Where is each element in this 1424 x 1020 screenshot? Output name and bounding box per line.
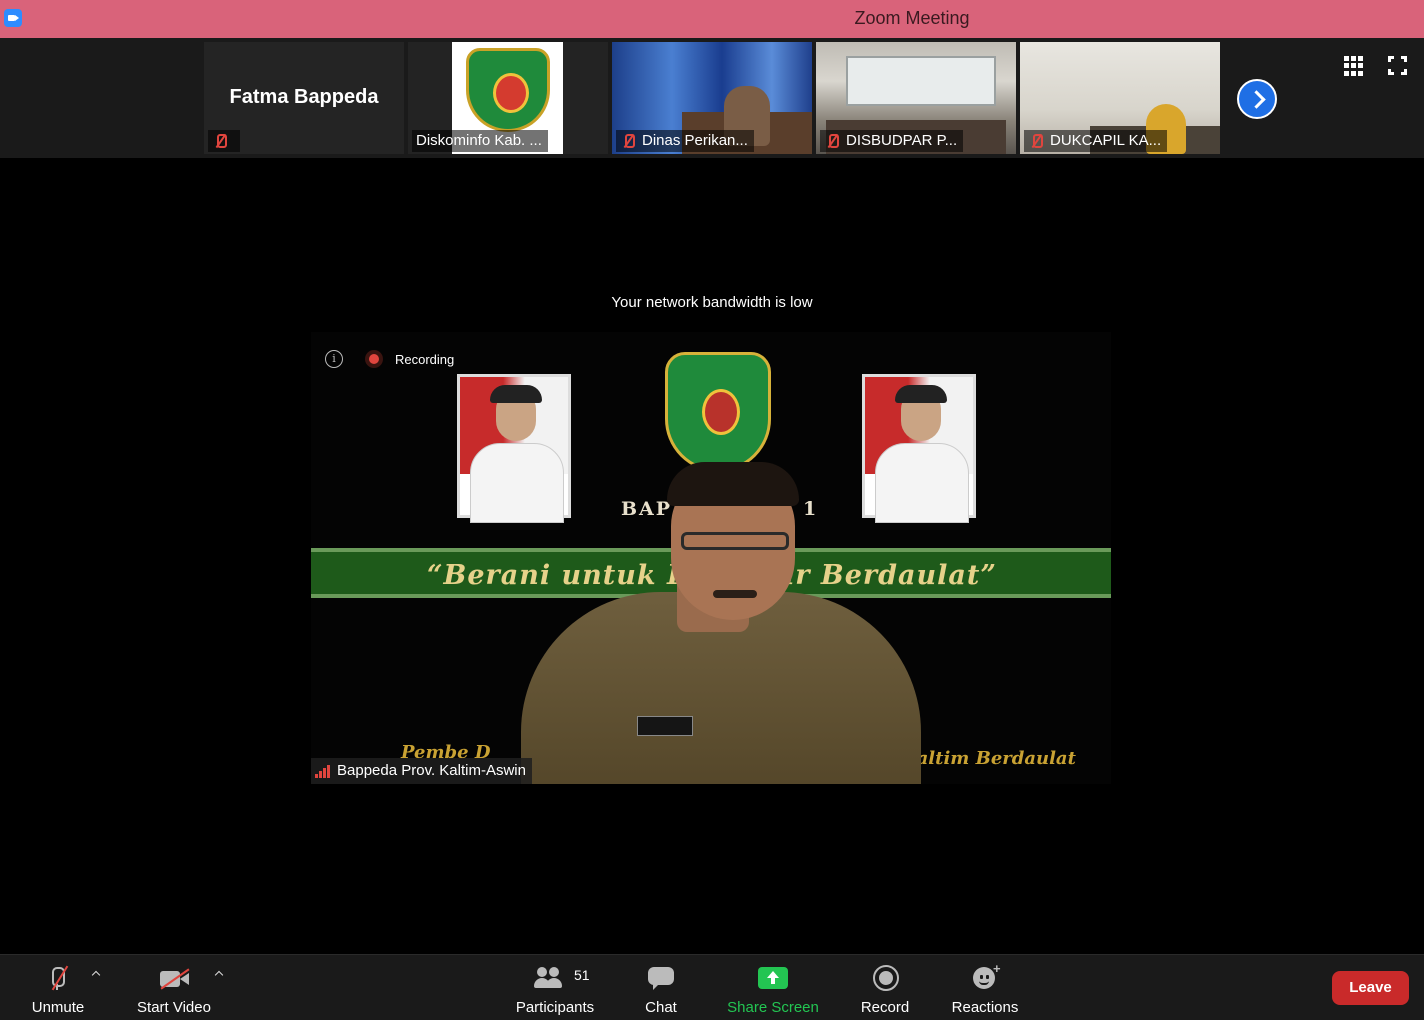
- record-label: Record: [860, 999, 910, 1016]
- participant-name-box: DISBUDPAR P...: [820, 130, 964, 152]
- participant-name: DISBUDPAR P...: [846, 132, 958, 149]
- microphone-muted-icon: [42, 965, 74, 993]
- mic-muted-icon: [1028, 133, 1044, 149]
- participant-name: DUKCAPIL KA...: [1050, 132, 1162, 149]
- poor-connection-icon: [315, 764, 331, 778]
- participant-name-box: Dinas Perikan...: [616, 130, 754, 152]
- speaker-name-box: Bappeda Prov. Kaltim-Aswin: [311, 758, 532, 784]
- active-speaker-video[interactable]: BAPP 1 “Berani untuk Kalt mur Berdaulat”…: [311, 332, 1111, 784]
- participant-tile[interactable]: DISBUDPAR P...: [816, 42, 1016, 154]
- start-video-label: Start Video: [137, 999, 211, 1016]
- participant-video: [846, 56, 996, 106]
- participants-icon: [533, 965, 565, 993]
- info-icon[interactable]: i: [325, 350, 343, 368]
- audio-options-caret-icon[interactable]: [91, 969, 101, 979]
- participant-name-large: Fatma Bappeda: [229, 86, 379, 108]
- record-button[interactable]: Record: [858, 955, 912, 1020]
- chevron-right-icon[interactable]: [1237, 79, 1277, 119]
- start-video-button[interactable]: Start Video: [130, 955, 218, 1020]
- participant-strip: Fatma Bappeda Diskominfo Kab. ... Dinas …: [0, 38, 1424, 158]
- participant-name: Dinas Perikan...: [642, 132, 748, 149]
- window-title: Zoom Meeting: [854, 8, 970, 28]
- fullscreen-icon[interactable]: [1388, 56, 1407, 75]
- participant-name-box: DUKCAPIL KA...: [1024, 130, 1168, 152]
- participant-name: Diskominfo Kab. ...: [416, 132, 542, 149]
- mic-muted-icon: [212, 133, 228, 149]
- recording-label: Recording: [395, 351, 455, 367]
- participant-name-box: Diskominfo Kab. ...: [412, 130, 548, 152]
- recording-indicator: i Recording: [325, 348, 454, 370]
- share-screen-label: Share Screen: [727, 999, 819, 1016]
- grid-view-icon[interactable]: [1344, 56, 1364, 76]
- participants-label: Participants: [515, 999, 595, 1016]
- zoom-window: Zoom Meeting Fatma Bappeda Diskominfo Ka…: [0, 0, 1424, 1020]
- camera-off-icon: [158, 965, 190, 993]
- title-bar: Zoom Meeting: [0, 0, 1424, 38]
- participant-tile[interactable]: DUKCAPIL KA...: [1020, 42, 1220, 154]
- slide-footer-text: Kaltim Berdaulat: [901, 748, 1076, 769]
- recording-dot-icon: [365, 350, 383, 368]
- reactions-button[interactable]: + Reactions: [950, 955, 1020, 1020]
- meeting-toolbar: Unmute Start Video Participants 51 Chat …: [0, 954, 1424, 1020]
- chat-label: Chat: [645, 999, 677, 1016]
- mic-muted-icon: [824, 133, 840, 149]
- video-options-caret-icon[interactable]: [214, 969, 224, 979]
- participant-tile[interactable]: Fatma Bappeda: [204, 42, 404, 154]
- share-screen-icon: [758, 967, 788, 989]
- regency-crest-logo: [466, 48, 550, 132]
- mic-muted-icon: [620, 133, 636, 149]
- reactions-smiley-icon: +: [969, 961, 1001, 993]
- share-screen-button[interactable]: Share Screen: [726, 955, 820, 1020]
- reactions-label: Reactions: [951, 999, 1019, 1016]
- participants-button[interactable]: Participants: [510, 955, 600, 1020]
- participant-tile[interactable]: Diskominfo Kab. ...: [408, 42, 608, 154]
- chat-button[interactable]: Chat: [636, 955, 686, 1020]
- participant-name-box: [208, 130, 240, 152]
- speaker-person: [521, 452, 921, 784]
- participant-tile[interactable]: Dinas Perikan...: [612, 42, 812, 154]
- leave-button[interactable]: Leave: [1332, 971, 1409, 1005]
- unmute-label: Unmute: [31, 999, 85, 1016]
- speaker-name: Bappeda Prov. Kaltim-Aswin: [337, 762, 526, 779]
- unmute-button[interactable]: Unmute: [22, 955, 94, 1020]
- participants-count: 51: [574, 967, 590, 983]
- chat-icon: [645, 965, 677, 993]
- bandwidth-warning: Your network bandwidth is low: [611, 294, 813, 311]
- record-icon: [869, 965, 901, 993]
